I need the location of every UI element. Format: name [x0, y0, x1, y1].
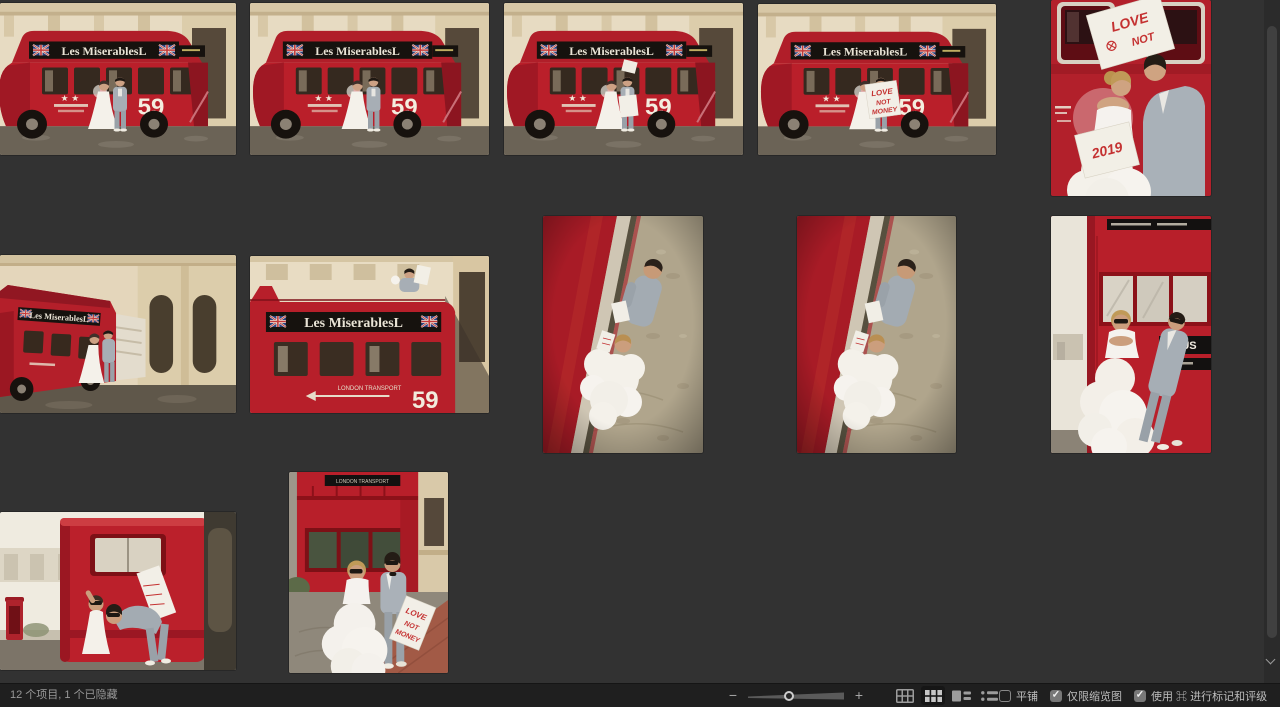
grid-dense-icon	[925, 690, 942, 702]
option-label: 平铺	[1016, 688, 1038, 704]
photo-thumbnail-3[interactable]	[504, 3, 743, 155]
photo-thumbnail-9[interactable]	[797, 216, 956, 453]
zoom-in-button[interactable]: +	[853, 684, 865, 707]
thumbnail-grid: LOVE NOT MONEY	[0, 0, 1280, 683]
grid-loose-icon	[896, 689, 914, 703]
photo-thumbnail-8[interactable]	[543, 216, 703, 453]
tile-checkbox[interactable]	[999, 690, 1011, 702]
check-icon: ✓	[1052, 690, 1060, 700]
photo-thumbnail-7[interactable]	[250, 256, 489, 413]
use-cmd-rating-checkbox[interactable]: ✓	[1134, 690, 1146, 702]
scrollbar-thumb[interactable]	[1267, 26, 1277, 638]
thumbnail-size-slider[interactable]	[748, 689, 844, 703]
display-options: 平铺 ✓ 仅限缩览图 ✓ 使用 ⌘ 进行标记和评级	[999, 684, 1267, 707]
photo-scene-bus-angle	[0, 255, 236, 413]
photo-thumbnail-5[interactable]	[1051, 0, 1211, 196]
thumbnail-zoom-control: − +	[727, 684, 865, 707]
view-list-button[interactable]	[977, 686, 1001, 705]
option-tile[interactable]: 平铺	[999, 688, 1038, 704]
photo-scene-bus-top-deck	[250, 256, 489, 413]
photo-thumbnail-2[interactable]	[250, 3, 489, 155]
option-label: 使用 ⌘ 进行标记和评级	[1151, 688, 1267, 704]
check-icon: ✓	[1136, 690, 1144, 700]
photo-scene-top-down	[797, 216, 956, 453]
item-count-label: 12 个项目, 1 个已隐藏	[10, 684, 118, 707]
scroll-down-chevron-icon[interactable]	[1266, 656, 1276, 666]
slider-track	[748, 689, 844, 703]
option-use-cmd-rating[interactable]: ✓ 使用 ⌘ 进行标记和评级	[1134, 688, 1267, 704]
photo-scene-lean-on-bus	[1051, 216, 1211, 453]
thumbnails-only-checkbox[interactable]: ✓	[1050, 690, 1062, 702]
option-thumbnails-only[interactable]: ✓ 仅限缩览图	[1050, 688, 1122, 704]
view-grid-loose-button[interactable]	[893, 686, 917, 705]
photo-thumbnail-4[interactable]: LOVE NOT MONEY	[758, 4, 996, 155]
photo-scene-bus-front	[250, 3, 489, 155]
photo-scene-top-down	[543, 216, 703, 453]
love-sign: LOVE NOT MONEY	[865, 80, 901, 118]
photo-scene-bus-rear	[0, 512, 236, 670]
content-thumbnail-icon	[952, 690, 971, 702]
photo-thumbnail-6[interactable]	[0, 255, 236, 413]
photo-thumbnail-10[interactable]	[1051, 216, 1211, 453]
photo-thumbnail-1[interactable]	[0, 3, 236, 155]
photo-scene-bus-front-raised-sign	[504, 3, 743, 155]
view-mode-switcher	[893, 684, 1001, 707]
photo-scene-bus-front	[0, 3, 236, 155]
list-icon	[981, 690, 998, 702]
photo-thumbnail-12[interactable]	[289, 472, 448, 673]
view-content-thumbnails-button[interactable]	[949, 686, 973, 705]
photo-scene-bus-front-love-sign: LOVE NOT MONEY	[758, 4, 996, 155]
vertical-scrollbar[interactable]	[1264, 0, 1280, 683]
held-sign	[618, 95, 638, 118]
view-grid-dense-button[interactable]	[921, 686, 945, 705]
photo-scene-kiss-with-signs	[1051, 0, 1211, 196]
zoom-out-button[interactable]: −	[727, 684, 739, 707]
option-label: 仅限缩览图	[1067, 688, 1122, 704]
photo-thumbnail-11[interactable]	[0, 512, 236, 670]
slider-thumb[interactable]	[784, 691, 794, 701]
photo-scene-walk-with-sign	[289, 472, 448, 673]
status-bar: 12 个项目, 1 个已隐藏 − +	[0, 683, 1280, 707]
